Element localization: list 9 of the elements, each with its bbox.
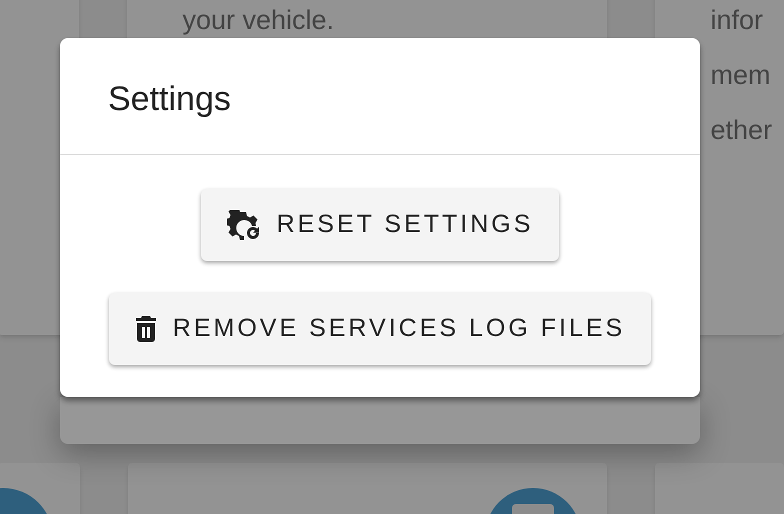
reset-settings-button[interactable]: RESET SETTINGS [200,189,560,261]
gear-icon [226,210,261,240]
card-text: mem [710,59,772,92]
dialog-title: Settings [107,79,232,120]
remove-log-files-button[interactable]: REMOVE SERVICES LOG FILES [108,293,652,365]
trash-icon [134,316,157,342]
card-text: ether [710,114,774,147]
card-text: your vehicle. [182,4,336,37]
card-text: infor [710,4,764,37]
